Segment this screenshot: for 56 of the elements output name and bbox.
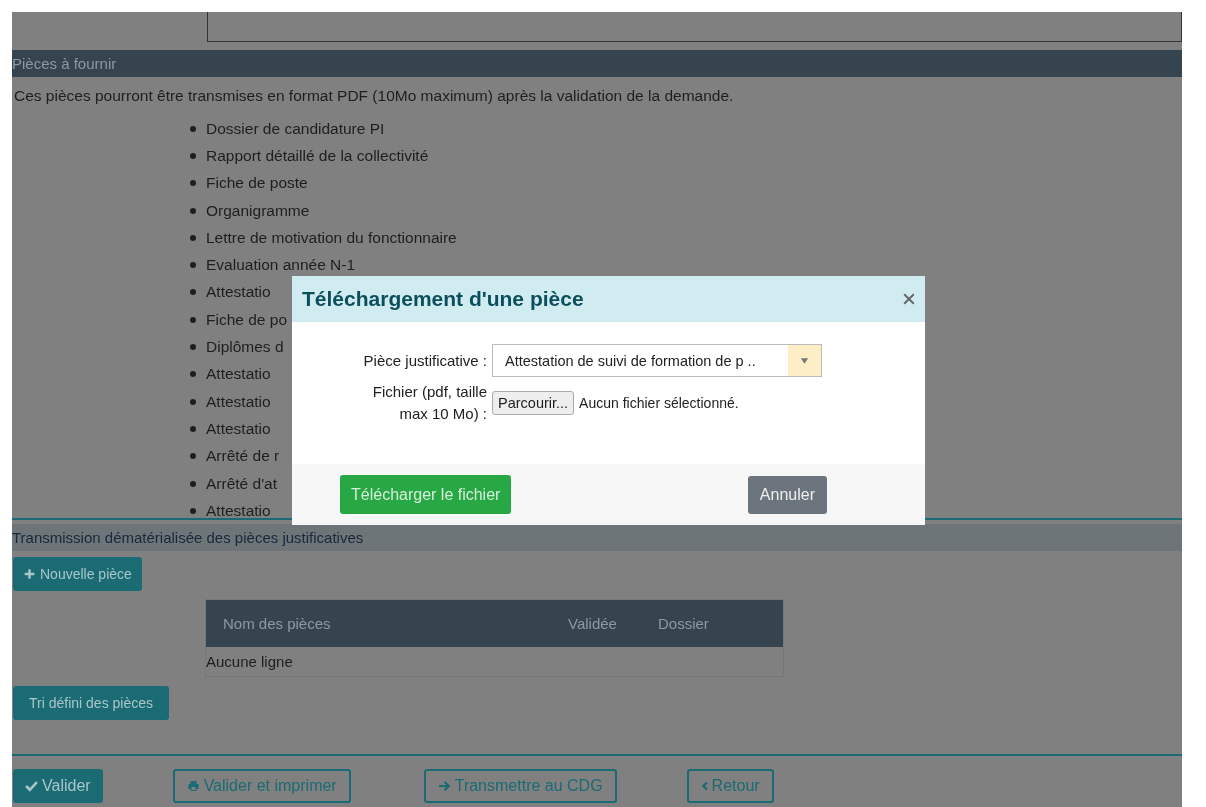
upload-button[interactable]: Télécharger le fichier xyxy=(340,475,512,514)
printer-icon xyxy=(186,780,200,793)
field-label: Pièce justificative : xyxy=(362,352,487,369)
list-item: Arrêté d'at xyxy=(206,474,278,493)
bullet-icon xyxy=(190,507,196,514)
close-icon[interactable] xyxy=(903,293,915,305)
bullet-icon xyxy=(190,207,196,214)
list-item: Attestatio xyxy=(206,501,271,520)
bullet-icon xyxy=(190,480,196,487)
bullet-icon xyxy=(190,262,196,269)
arrow-right-icon xyxy=(437,780,451,793)
chevron-left-icon xyxy=(700,780,708,793)
list-item: Fiche de po xyxy=(206,310,287,329)
list-item: Lettre de motivation du fonctionnaire xyxy=(206,228,457,247)
column-header[interactable]: Dossier xyxy=(658,615,709,633)
list-item: Attestatio xyxy=(206,365,271,384)
check-icon xyxy=(25,780,38,793)
list-item: Organigramme xyxy=(206,201,310,220)
bullet-icon xyxy=(190,453,196,460)
text-area[interactable] xyxy=(207,12,1182,42)
column-header[interactable]: Nom des pièces xyxy=(223,615,568,633)
bullet-icon xyxy=(190,344,196,350)
section-header: Pièces à fournir xyxy=(12,50,1182,77)
dialog-title: Téléchargement d'une pièce xyxy=(302,287,584,311)
field-label: Fichier (pdf, taille max 10 Mo) : xyxy=(371,382,487,424)
caret-icon xyxy=(800,357,809,364)
section-header: Transmission dématérialisée des pièces justificatives xyxy=(12,524,1182,552)
list-item: Arrêté de r xyxy=(206,447,280,466)
empty-table-text: Aucune ligne xyxy=(206,653,293,671)
bullet-icon xyxy=(190,425,196,432)
bullet-icon xyxy=(190,398,196,405)
list-item: Fiche de poste xyxy=(206,174,308,193)
list-item: Attestatio xyxy=(206,283,271,302)
sort-button[interactable]: Tri défini des pièces xyxy=(13,686,169,721)
list-item: Attestatio xyxy=(206,392,271,411)
bullet-icon xyxy=(190,125,196,132)
plus-icon xyxy=(23,568,36,581)
list-item: Rapport détaillé de la collectivité xyxy=(206,146,429,165)
browse-button[interactable]: Parcourir... xyxy=(492,391,575,415)
piece-select[interactable]: Attestation de suivi de formation de p .. xyxy=(492,344,822,377)
bullet-icon xyxy=(190,316,196,323)
list-item: Diplômes d xyxy=(206,338,284,356)
intro-text: Ces pièces pourront être transmises en format PDF (10Mo maximum) après la validation de la demande. xyxy=(14,86,735,106)
bullet-icon xyxy=(190,152,196,159)
list-item: Dossier de candidature PI xyxy=(206,119,385,138)
new-piece-button[interactable]: Nouvelle pièce xyxy=(13,557,142,592)
list-item: Attestatio xyxy=(206,419,271,438)
list-item: Evaluation année N-1 xyxy=(206,256,356,275)
action-button[interactable]: Valider xyxy=(13,769,103,804)
bullet-icon xyxy=(190,371,196,378)
bullet-icon xyxy=(190,289,196,296)
bullet-icon xyxy=(190,180,196,187)
column-header[interactable]: Validée xyxy=(568,615,658,633)
file-status-text: Aucun fichier sélectionné. xyxy=(579,395,739,411)
cancel-button[interactable]: Annuler xyxy=(747,475,827,514)
bullet-icon xyxy=(190,234,196,241)
